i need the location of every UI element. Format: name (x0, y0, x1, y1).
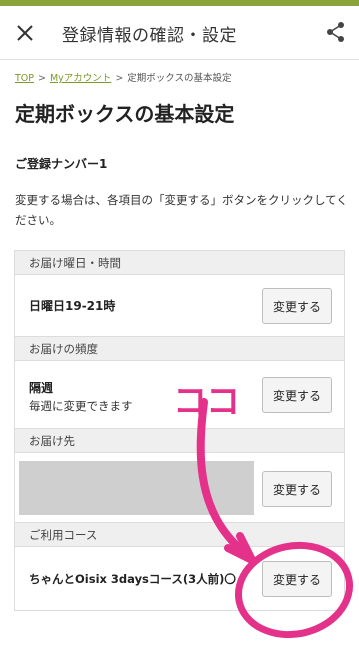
breadcrumb-current: 定期ボックスの基本設定 (127, 73, 232, 84)
section-row-delivery-time: 日曜日19-21時 変更する (15, 275, 344, 337)
share-icon (327, 22, 344, 42)
frequency-note: 毎週に変更できます (29, 399, 133, 413)
frequency-text-group: 隔週 毎週に変更できます (29, 379, 133, 414)
breadcrumb-separator: > (115, 73, 124, 84)
breadcrumb: TOP > Myアカウント > 定期ボックスの基本設定 (15, 70, 232, 84)
app-header: 登録情報の確認・設定 (0, 6, 359, 60)
breadcrumb-separator: > (38, 73, 46, 84)
change-frequency-button[interactable]: 変更する (262, 377, 332, 413)
close-button[interactable] (12, 20, 38, 46)
address-redacted-block (19, 461, 254, 515)
page-title: 定期ボックスの基本設定 (15, 102, 235, 126)
close-icon (17, 25, 33, 41)
settings-table: お届け曜日・時間 日曜日19-21時 変更する お届けの頻度 隔週 毎週に変更で… (14, 250, 345, 611)
header-title: 登録情報の確認・設定 (62, 26, 237, 46)
frequency-value: 隔週 (29, 381, 54, 395)
breadcrumb-myaccount-link[interactable]: Myアカウント (50, 73, 111, 84)
breadcrumb-top-link[interactable]: TOP (15, 73, 34, 84)
change-address-button[interactable]: 変更する (262, 471, 332, 507)
change-course-button[interactable]: 変更する (262, 561, 332, 597)
change-delivery-time-button[interactable]: 変更する (262, 288, 332, 324)
annotation-label: ココ (173, 382, 240, 422)
section-row-course: ちゃんとOisix 3daysコース(3人前)〇 変更する (15, 547, 344, 611)
instructions-text: 変更する場合は、各項目の「変更する」ボタンをクリックしてください。 (15, 193, 348, 227)
share-button[interactable] (325, 21, 347, 43)
section-header-delivery-time: お届け曜日・時間 (15, 251, 344, 275)
section-header-address: お届け先 (15, 429, 344, 453)
course-value: ちゃんとOisix 3daysコース(3人前)〇 (29, 572, 236, 586)
delivery-time-value: 日曜日19-21時 (29, 299, 116, 313)
registration-number: ご登録ナンバー1 (15, 157, 108, 171)
section-header-course: ご利用コース (15, 523, 344, 547)
section-header-frequency: お届けの頻度 (15, 337, 344, 361)
section-row-address: 変更する (15, 453, 344, 523)
